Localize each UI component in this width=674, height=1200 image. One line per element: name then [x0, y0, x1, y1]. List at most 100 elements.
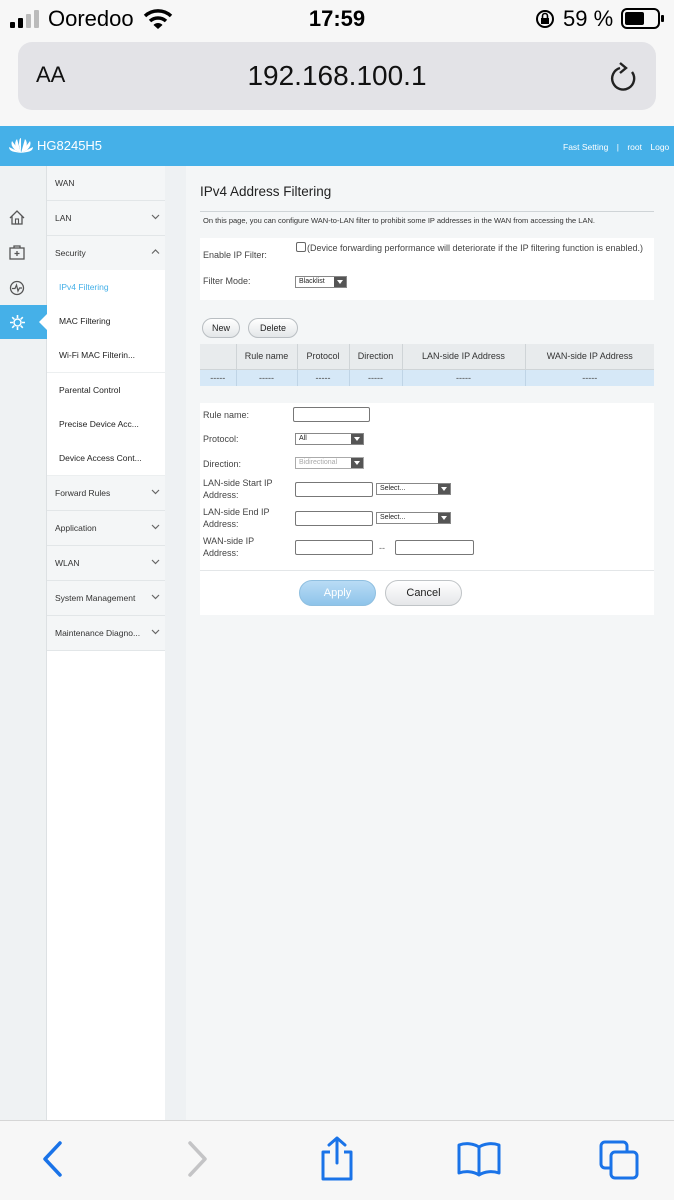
- fast-setting-link[interactable]: Fast Setting: [563, 142, 608, 152]
- advanced-nav[interactable]: [0, 235, 47, 269]
- chevron-up-icon: [151, 249, 160, 254]
- orientation-lock-icon: [536, 10, 554, 28]
- sidebar-item-application[interactable]: Application: [47, 511, 165, 546]
- sidebar-item-wan[interactable]: WAN: [47, 166, 165, 201]
- sidebar-item-maintenance-diagnosis[interactable]: Maintenance Diagno...: [47, 616, 165, 651]
- sidebar-subitem-mac-filtering[interactable]: MAC Filtering: [47, 304, 165, 339]
- browser-address-area: AA 192.168.100.1: [0, 38, 674, 126]
- sidebar-item-system-management[interactable]: System Management: [47, 581, 165, 616]
- sidebar-item-label: Forward Rules: [55, 488, 111, 498]
- header-links: Fast Setting | root Logo: [563, 142, 674, 152]
- chevron-down-icon: [151, 559, 160, 565]
- table-row[interactable]: ----- ----- ----- ----- ----- -----: [200, 369, 654, 386]
- sidebar-subitem-label: Precise Device Acc...: [59, 419, 139, 429]
- logout-link[interactable]: Logo: [650, 142, 669, 152]
- column-header-direction: Direction: [349, 344, 403, 370]
- enable-ip-filter-label: Enable IP Filter:: [203, 250, 267, 260]
- enable-ip-filter-note: (Device forwarding performance will dete…: [307, 243, 643, 253]
- battery-icon: [621, 8, 664, 29]
- forward-icon: [188, 1141, 207, 1177]
- protocol-label: Protocol:: [203, 434, 239, 444]
- wan-end-ip-input[interactable]: [395, 540, 474, 555]
- address-bar[interactable]: AA 192.168.100.1: [18, 42, 656, 110]
- delete-rule-button[interactable]: Delete: [248, 318, 298, 338]
- settings-nav[interactable]: [0, 305, 47, 339]
- table-cell: -----: [349, 369, 403, 386]
- sidebar-subitem-label: Parental Control: [59, 385, 121, 395]
- table-cell: -----: [525, 369, 654, 386]
- table-cell: -----: [402, 369, 526, 386]
- new-rule-button[interactable]: New: [202, 318, 240, 338]
- chevron-down-icon: [151, 524, 160, 530]
- sidebar-subitem-label: Device Access Cont...: [59, 453, 142, 463]
- url-text[interactable]: 192.168.100.1: [18, 60, 656, 92]
- gear-icon: [10, 315, 25, 330]
- pulse-icon: [9, 280, 25, 296]
- bookmarks-icon[interactable]: [456, 1141, 502, 1177]
- table-cell: -----: [236, 369, 298, 386]
- wan-ip-label: WAN-side IP Address:: [203, 536, 255, 558]
- sidebar-subitem-parental-control[interactable]: Parental Control: [47, 373, 165, 408]
- page-description: On this page, you can configure WAN-to-L…: [203, 216, 595, 225]
- rule-name-input[interactable]: [293, 407, 370, 422]
- apply-button[interactable]: Apply: [299, 580, 376, 606]
- browser-toolbar: [0, 1120, 674, 1200]
- dropdown-arrow-icon: [351, 458, 363, 468]
- device-model: HG8245H5: [37, 138, 103, 153]
- sidebar-subitem-label: IPv4 Filtering: [59, 282, 109, 292]
- sidebar-empty-area: [47, 651, 165, 1120]
- sidebar-subitem-ipv4-filtering[interactable]: IPv4 Filtering: [47, 270, 165, 305]
- column-header-lan-ip: LAN-side IP Address: [402, 344, 526, 370]
- sidebar-item-lan[interactable]: LAN: [47, 201, 165, 236]
- sidebar-subitem-device-access-control[interactable]: Device Access Cont...: [47, 441, 165, 476]
- sidebar-item-label: WAN: [55, 178, 75, 188]
- lan-start-ip-select[interactable]: Select...: [376, 483, 451, 495]
- lan-end-select-value: Select...: [380, 514, 406, 521]
- sidebar-subitem-label: MAC Filtering: [59, 316, 111, 326]
- reload-icon[interactable]: [610, 62, 638, 94]
- lan-start-ip-label: LAN-side Start IP Address:: [203, 478, 273, 500]
- cancel-button[interactable]: Cancel: [385, 580, 462, 606]
- wan-start-ip-input[interactable]: [295, 540, 373, 555]
- title-divider: [200, 211, 654, 212]
- sidebar-item-label: Application: [55, 523, 97, 533]
- lan-start-ip-input[interactable]: [295, 482, 373, 497]
- status-nav[interactable]: [0, 270, 47, 304]
- lan-end-ip-select[interactable]: Select...: [376, 512, 451, 524]
- lan-start-select-value: Select...: [380, 485, 406, 492]
- tabs-icon[interactable]: [598, 1139, 642, 1181]
- page-title: IPv4 Address Filtering: [200, 184, 332, 199]
- dropdown-arrow-icon: [438, 513, 450, 523]
- sidebar-subitem-wifi-mac-filtering[interactable]: Wi-Fi MAC Filterin...: [47, 338, 165, 373]
- column-header-wan-ip: WAN-side IP Address: [525, 344, 654, 370]
- sidebar-subitem-label: Wi-Fi MAC Filterin...: [59, 350, 136, 360]
- share-icon[interactable]: [318, 1135, 356, 1181]
- router-header: HG8245H5 Fast Setting | root Logo: [0, 126, 674, 166]
- sidebar-item-security[interactable]: Security: [47, 236, 165, 271]
- wan-range-separator: --: [379, 543, 385, 553]
- back-icon[interactable]: [40, 1139, 66, 1179]
- protocol-select[interactable]: All: [295, 433, 364, 445]
- protocol-value: All: [299, 435, 307, 442]
- sidebar-item-label: LAN: [55, 213, 72, 223]
- table-cell: -----: [297, 369, 350, 386]
- table-header-row: Rule name Protocol Direction LAN-side IP…: [200, 344, 654, 370]
- home-nav[interactable]: [0, 200, 47, 234]
- rule-name-label: Rule name:: [203, 410, 250, 420]
- user-name[interactable]: root: [627, 142, 642, 152]
- huawei-logo-icon: [9, 138, 33, 153]
- dropdown-arrow-icon: [334, 277, 346, 287]
- dropdown-arrow-icon: [438, 484, 450, 494]
- table-cell: -----: [200, 369, 237, 386]
- sidebar-item-wlan[interactable]: WLAN: [47, 546, 165, 581]
- filter-mode-value: Blacklist: [299, 278, 325, 285]
- dropdown-arrow-icon: [351, 434, 363, 444]
- icon-rail: [0, 166, 47, 1120]
- lan-end-ip-input[interactable]: [295, 511, 373, 526]
- direction-value: Bidirectional: [299, 459, 338, 466]
- sidebar-subitem-precise-device-access[interactable]: Precise Device Acc...: [47, 407, 165, 442]
- filter-mode-select[interactable]: Blacklist: [295, 276, 347, 288]
- battery-percentage: 59 %: [563, 6, 614, 31]
- toolbox-icon: [9, 245, 25, 260]
- sidebar-item-forward-rules[interactable]: Forward Rules: [47, 476, 165, 511]
